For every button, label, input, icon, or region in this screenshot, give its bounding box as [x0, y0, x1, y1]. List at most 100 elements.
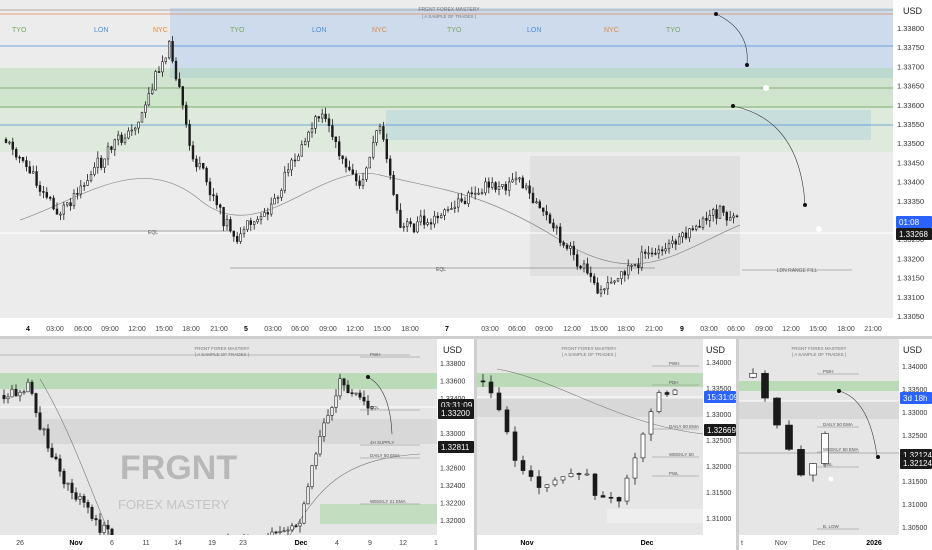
- price-tag: 1.32669: [707, 426, 736, 435]
- candle-body: [317, 116, 320, 119]
- candle-body: [708, 214, 712, 221]
- candle-body: [212, 194, 215, 197]
- candle-body: [660, 249, 664, 252]
- time-axis-tick: 4: [26, 326, 30, 333]
- candle-body: [809, 463, 817, 476]
- candle-body: [504, 184, 507, 191]
- candle-body: [528, 185, 531, 194]
- bottom-right-chart-canvas[interactable]: FRGNT FOREX MASTERY( A SAMPLE OF TRADES …: [739, 339, 932, 550]
- time-axis-tick: 11: [142, 540, 149, 547]
- price-axis-tick: 1.32500: [902, 433, 927, 440]
- candle-body: [342, 378, 346, 386]
- time-axis-tick: 18:00: [182, 326, 200, 333]
- candle-body: [38, 185, 42, 192]
- session-label: TYO: [12, 27, 27, 34]
- candle-body: [620, 271, 623, 279]
- candle-body: [785, 424, 793, 450]
- candle-body: [565, 244, 569, 249]
- shaded-zone: [739, 401, 899, 419]
- candle-body: [362, 396, 366, 402]
- bottom-right-chart-pane[interactable]: FRGNT FOREX MASTERY( A SAMPLE OF TRADES …: [739, 339, 932, 550]
- candle-body: [303, 141, 307, 145]
- candle-body: [117, 134, 120, 141]
- watermark-logo-text: FRGNT: [120, 449, 237, 487]
- price-axis-tick: 1.33800: [440, 361, 465, 368]
- bottom-mid-chart-canvas[interactable]: FRGNT FOREX MASTERY( A SAMPLE OF TRADES …: [477, 339, 736, 550]
- candle-body: [351, 169, 354, 175]
- brand-title: FRGNT FOREX MASTERY: [194, 346, 249, 351]
- time-axis-tick: Dec: [295, 540, 308, 547]
- main-chart-pane[interactable]: EQL EQL TYO LON NYC TYO LON NYC TYO LON NYC TYO FRGN…: [0, 0, 932, 336]
- time-axis-tick: 03:00: [700, 326, 718, 333]
- price-axis-tick: 1.33100: [897, 293, 924, 302]
- candle-body: [18, 156, 21, 159]
- candle-body: [375, 130, 378, 143]
- time-axis-tick: 09:00: [101, 326, 119, 333]
- candle-body: [225, 219, 229, 227]
- candle-body: [490, 182, 494, 188]
- candle-body: [576, 473, 582, 475]
- time-axis-tick: 12: [399, 540, 407, 547]
- candle-body: [596, 282, 599, 294]
- annotation-label: DAILY 50 EMA: [669, 424, 699, 429]
- candle-body: [298, 522, 302, 527]
- candle-body: [337, 141, 341, 157]
- candle-body: [416, 221, 419, 233]
- demand-zone: [0, 373, 437, 389]
- candle-body: [654, 252, 657, 255]
- price-axis-tick: 1.33800: [897, 24, 924, 33]
- annotation-label: WEEKLY 50 EMA: [823, 447, 859, 452]
- candle-body: [488, 381, 494, 394]
- candle-body: [572, 245, 576, 255]
- time-axis-tick: 15:00: [155, 326, 173, 333]
- candle-body: [28, 166, 31, 174]
- price-axis-tick: 1.33350: [897, 197, 924, 206]
- eql-label: EQL: [436, 267, 446, 273]
- time-axis-tick: 06:00: [291, 326, 309, 333]
- candle-body: [259, 216, 263, 220]
- countdown-tag: 15:31:09: [707, 393, 736, 402]
- currency-label: USD: [903, 345, 923, 355]
- countdown-tag: 01:08: [899, 218, 920, 227]
- price-axis-tick: 1.32400: [440, 483, 465, 490]
- candle-body: [555, 226, 559, 229]
- candle-body: [623, 271, 627, 276]
- candle-body: [134, 127, 137, 131]
- candle-body: [647, 252, 650, 255]
- candle-body: [21, 157, 25, 161]
- candle-body: [368, 156, 371, 169]
- price-axis-tick: 1.33450: [897, 158, 924, 167]
- price-axis-tick: 1.33700: [897, 62, 924, 71]
- bottom-left-chart-canvas[interactable]: FRGNT FOREX MASTERY FRGNT FOREX MASTERY( A…: [0, 339, 474, 550]
- candle-body: [290, 525, 294, 531]
- price-axis-tick: 1.31000: [902, 502, 927, 509]
- candle-body: [208, 181, 212, 196]
- candle-body: [100, 157, 103, 168]
- time-axis-tick: 14: [174, 540, 182, 547]
- candle-body: [388, 158, 392, 176]
- annotation-label: PWH: [669, 361, 680, 366]
- bottom-mid-chart-pane[interactable]: FRGNT FOREX MASTERY( A SAMPLE OF TRADES …: [477, 339, 736, 550]
- main-chart-canvas[interactable]: EQL EQL TYO LON NYC TYO LON NYC TYO LON NYC TYO FRGN…: [0, 0, 932, 336]
- session-label: NYC: [372, 27, 387, 34]
- candle-body: [456, 198, 460, 208]
- candle-body: [514, 177, 518, 181]
- candle-body: [82, 496, 86, 503]
- bottom-left-chart-pane[interactable]: FRGNT FOREX MASTERY FRGNT FOREX MASTERY( A…: [0, 339, 474, 550]
- candle-body: [178, 78, 181, 87]
- candle-body: [140, 112, 144, 123]
- projection-dot: [837, 389, 841, 393]
- candle-body: [439, 215, 443, 219]
- candle-body: [446, 209, 450, 211]
- annotation-label: PDH: [669, 380, 679, 385]
- candle-body: [34, 393, 38, 414]
- time-axis-tick: 23: [239, 540, 247, 547]
- candle-body: [273, 198, 276, 205]
- candle-body: [283, 171, 286, 191]
- price-axis-tick: 1.33000: [440, 431, 465, 438]
- candle-body: [711, 209, 715, 216]
- candle-body: [395, 194, 399, 211]
- candle-body: [222, 207, 225, 227]
- candle-body: [106, 146, 110, 160]
- candle-body: [154, 71, 157, 91]
